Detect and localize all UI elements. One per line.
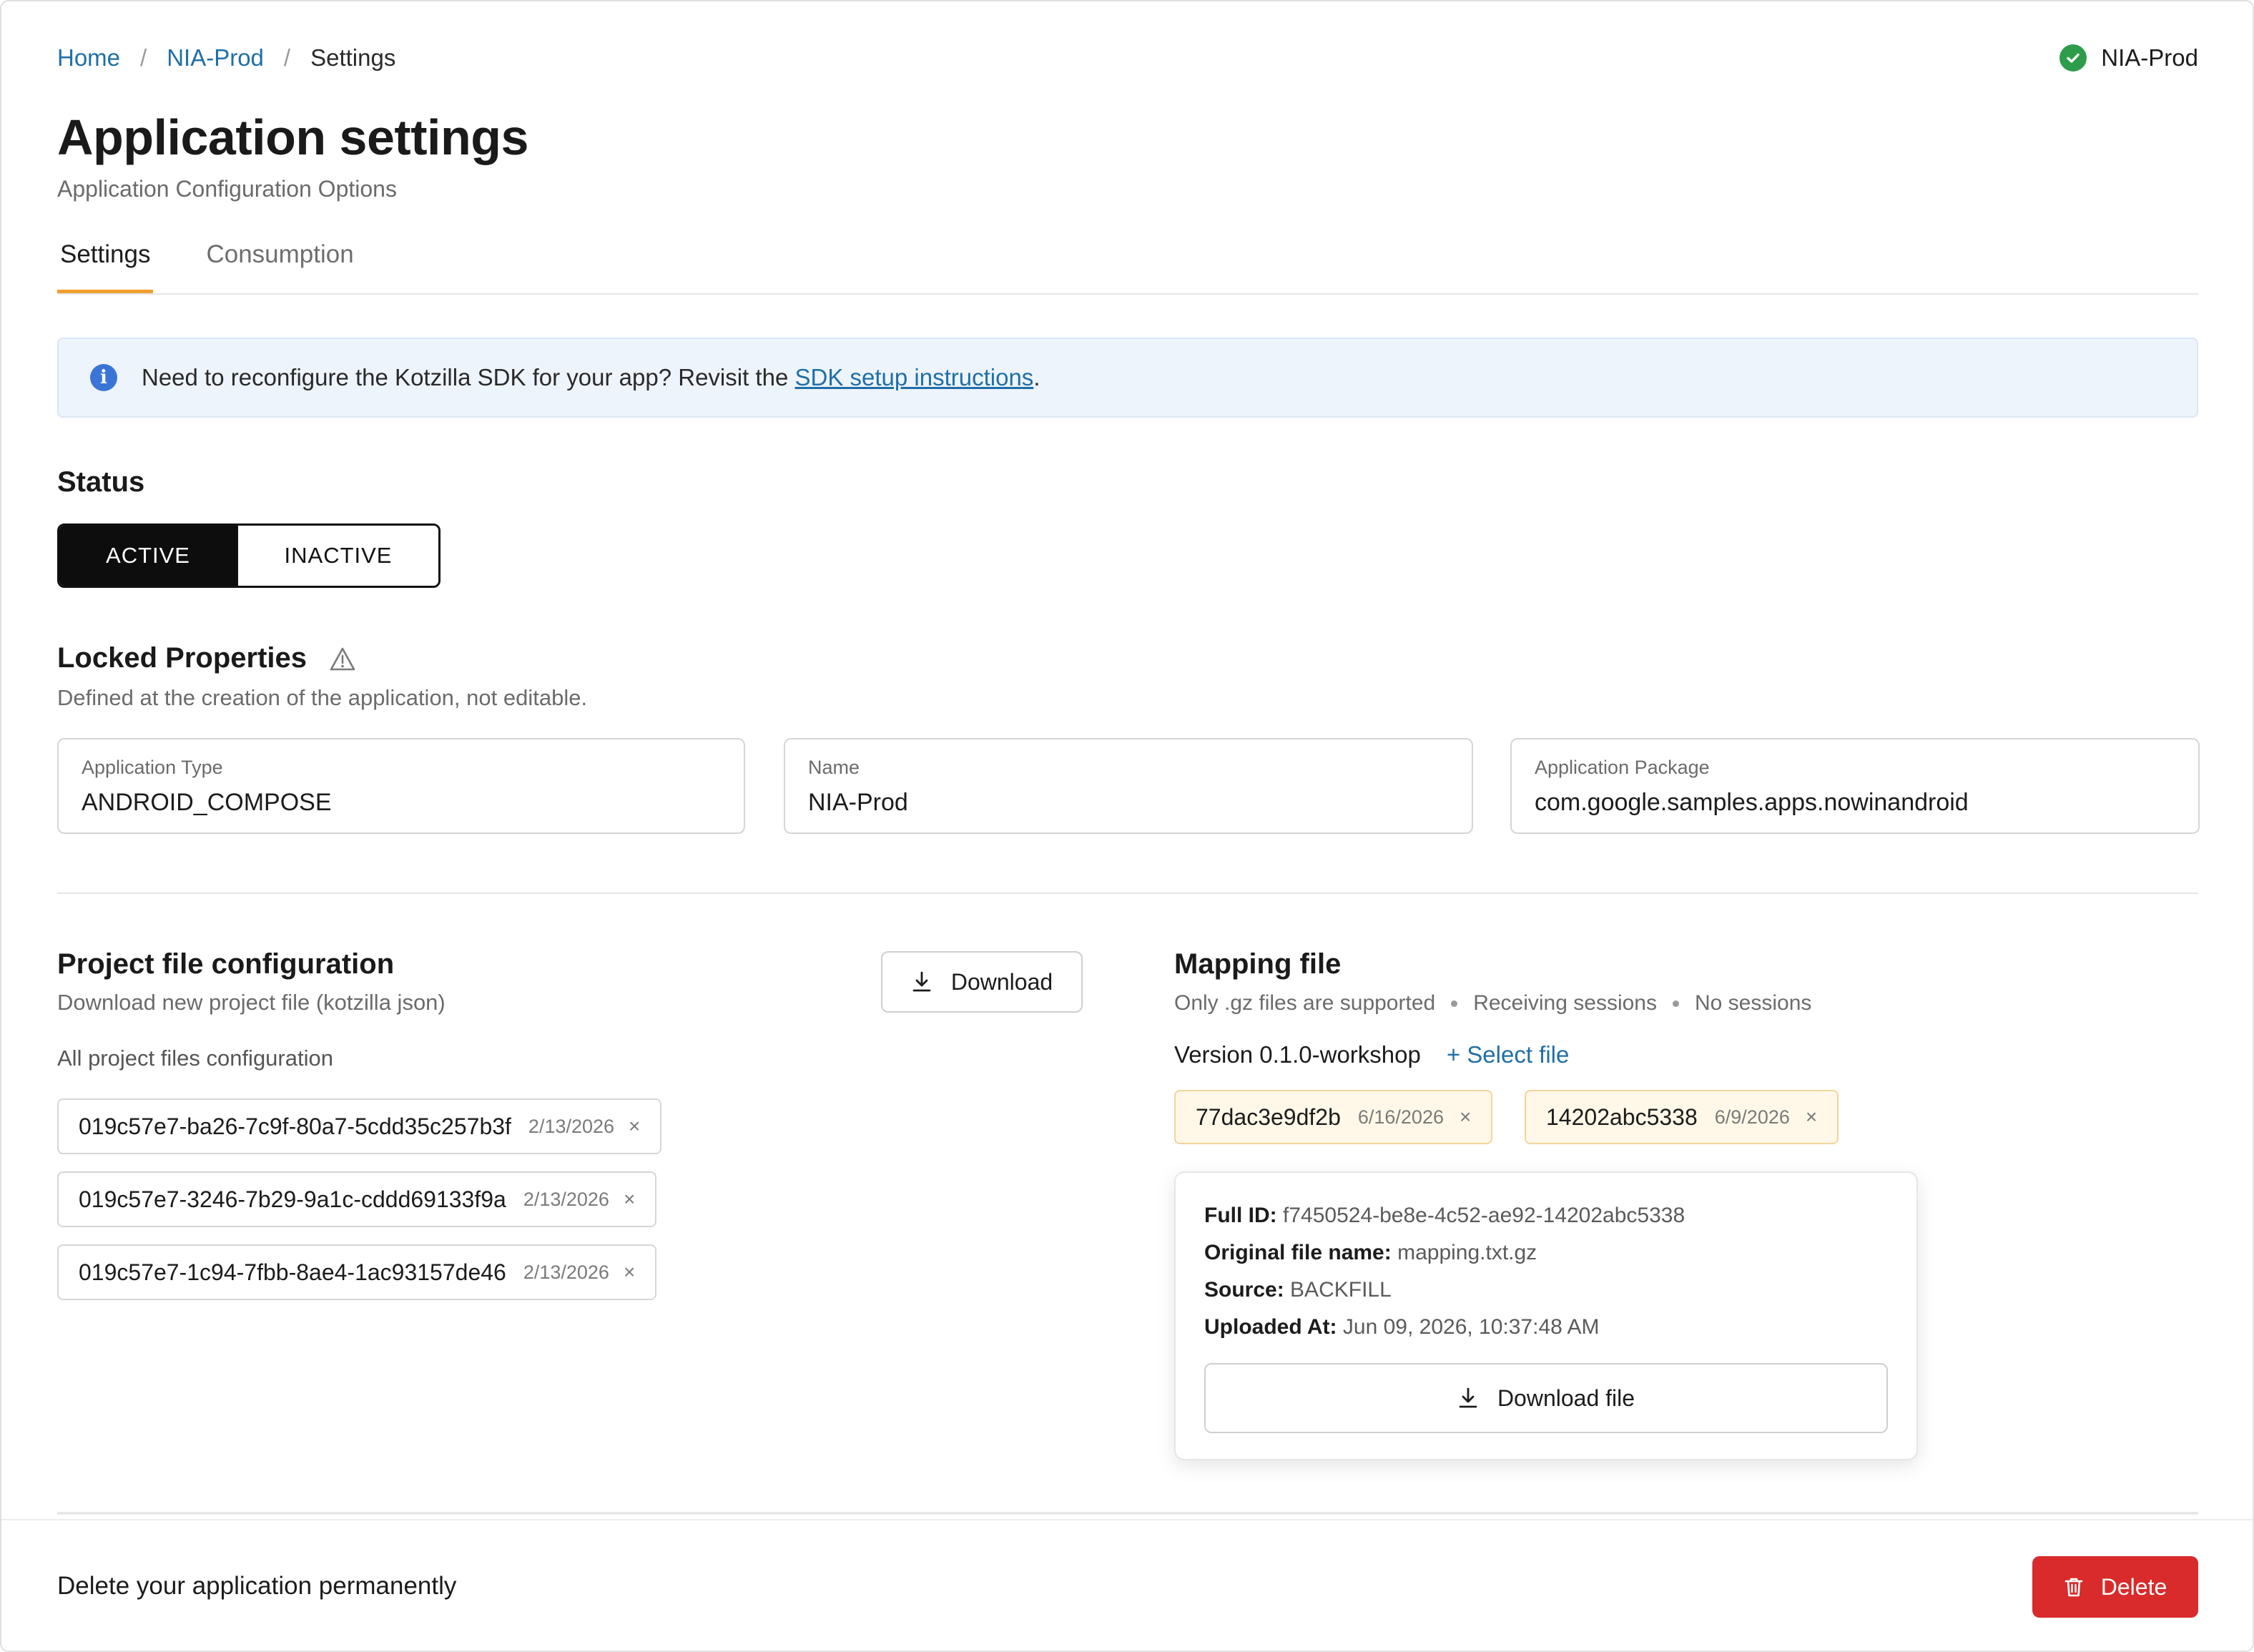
project-config-description: Download new project file (kotzilla json…: [57, 990, 446, 1015]
mapping-file-meta: Only .gz files are supported Receiving s…: [1174, 991, 1811, 1016]
project-file-date: 2/13/2026: [523, 1261, 609, 1283]
download-project-file-button[interactable]: Download: [881, 951, 1083, 1013]
page-subtitle: Application Configuration Options: [57, 176, 397, 202]
tab-settings[interactable]: Settings: [57, 237, 154, 293]
mapping-file-id: 77dac3e9df2b: [1196, 1103, 1341, 1130]
breadcrumb-separator: /: [140, 44, 147, 71]
breadcrumb-app-link[interactable]: NIA-Prod: [167, 44, 264, 72]
breadcrumb-separator: /: [283, 44, 291, 71]
full-id-value: f7450524-be8e-4c52-ae92-14202abc5338: [1283, 1204, 1685, 1227]
status-heading: Status: [57, 466, 145, 498]
close-icon[interactable]: ×: [624, 1188, 635, 1211]
environment-badge: NIA-Prod: [2059, 44, 2198, 72]
breadcrumb-current: Settings: [310, 44, 396, 71]
tab-consumption[interactable]: Consumption: [203, 237, 356, 293]
download-file-label: Download file: [1497, 1385, 1635, 1411]
locked-properties-description: Defined at the creation of the applicati…: [57, 685, 588, 710]
project-file-id: 019c57e7-3246-7b29-9a1c-cddd69133f9a: [79, 1186, 506, 1212]
application-type-field: Application Type ANDROID_COMPOSE: [57, 738, 745, 834]
project-file-chip[interactable]: 019c57e7-3246-7b29-9a1c-cddd69133f9a 2/1…: [57, 1171, 657, 1227]
close-icon[interactable]: ×: [629, 1115, 640, 1138]
project-files-list-label: All project files configuration: [57, 1046, 333, 1071]
status-inactive-option[interactable]: INACTIVE: [237, 526, 438, 586]
source-label: Source:: [1204, 1278, 1284, 1302]
project-file-chip[interactable]: 019c57e7-1c94-7fbb-8ae4-1ac93157de46 2/1…: [57, 1244, 657, 1300]
bullet-separator: [1672, 1000, 1679, 1007]
bullet-separator: [1451, 1000, 1458, 1007]
download-icon: [911, 970, 932, 993]
project-config-heading: Project file configuration: [57, 948, 395, 980]
field-value: NIA-Prod: [808, 789, 908, 816]
environment-label: NIA-Prod: [2101, 44, 2198, 71]
mapping-file-heading: Mapping file: [1174, 948, 1342, 980]
mapping-file-date: 6/9/2026: [1714, 1106, 1790, 1128]
mapping-version: Version 0.1.0-workshop: [1174, 1041, 1421, 1068]
trash-icon: [2064, 1576, 2084, 1598]
mapping-file-chip[interactable]: 77dac3e9df2b 6/16/2026 ×: [1174, 1090, 1493, 1144]
mapping-meta-receiving: Receiving sessions: [1473, 991, 1657, 1015]
mapping-file-id: 14202abc5338: [1546, 1103, 1698, 1130]
status-toggle: ACTIVE INACTIVE: [57, 523, 441, 588]
original-file-name-row: Original file name: mapping.txt.gz: [1204, 1234, 1888, 1272]
delete-application-text: Delete your application permanently: [57, 1572, 457, 1600]
mapping-file-chip[interactable]: 14202abc5338 6/9/2026 ×: [1525, 1090, 1839, 1144]
field-value: ANDROID_COMPOSE: [82, 789, 332, 816]
tab-bar: Settings Consumption: [57, 237, 2198, 295]
banner-text-end: .: [1033, 364, 1040, 390]
locked-properties-title: Locked Properties: [57, 642, 307, 674]
project-file-id: 019c57e7-ba26-7c9f-80a7-5cdd35c257b3f: [79, 1113, 511, 1139]
mapping-version-row: Version 0.1.0-workshop + Select file: [1174, 1041, 1569, 1068]
mapping-file-date: 6/16/2026: [1357, 1106, 1444, 1128]
select-file-link[interactable]: + Select file: [1447, 1041, 1570, 1068]
original-file-name-label: Original file name:: [1204, 1241, 1392, 1264]
full-id-row: Full ID: f7450524-be8e-4c52-ae92-14202ab…: [1204, 1197, 1888, 1234]
danger-zone-footer: Delete your application permanently Dele…: [1, 1519, 2253, 1651]
footer-divider: [57, 1512, 2198, 1515]
status-active-option[interactable]: ACTIVE: [59, 526, 237, 586]
close-icon[interactable]: ×: [1460, 1106, 1471, 1129]
original-file-name-value: mapping.txt.gz: [1397, 1241, 1537, 1264]
mapping-file-details-popover: Full ID: f7450524-be8e-4c52-ae92-14202ab…: [1174, 1171, 1918, 1460]
project-file-id: 019c57e7-1c94-7fbb-8ae4-1ac93157de46: [79, 1259, 506, 1285]
info-icon: i: [90, 364, 117, 391]
project-file-date: 2/13/2026: [523, 1188, 609, 1210]
section-divider: [57, 893, 2198, 894]
check-circle-icon: [2059, 44, 2087, 72]
source-value: BACKFILL: [1290, 1278, 1392, 1302]
name-field: Name NIA-Prod: [784, 738, 1473, 834]
project-file-chip[interactable]: 019c57e7-ba26-7c9f-80a7-5cdd35c257b3f 2/…: [57, 1098, 662, 1154]
sdk-info-banner: i Need to reconfigure the Kotzilla SDK f…: [57, 338, 2198, 418]
full-id-label: Full ID:: [1204, 1204, 1277, 1227]
uploaded-at-value: Jun 09, 2026, 10:37:48 AM: [1342, 1315, 1600, 1339]
application-package-field: Application Package com.google.samples.a…: [1510, 738, 2200, 834]
download-icon: [1457, 1387, 1479, 1410]
source-row: Source: BACKFILL: [1204, 1272, 1888, 1309]
warning-icon: [329, 646, 356, 672]
mapping-meta-sessions: No sessions: [1694, 991, 1812, 1015]
settings-window: Home / NIA-Prod / Settings NIA-Prod Appl…: [0, 0, 2254, 1652]
close-icon[interactable]: ×: [624, 1261, 635, 1284]
project-file-date: 2/13/2026: [528, 1115, 615, 1137]
delete-label: Delete: [2100, 1573, 2167, 1600]
field-label: Application Type: [82, 757, 223, 778]
locked-properties-heading: Locked Properties: [57, 642, 356, 674]
download-mapping-file-button[interactable]: Download file: [1204, 1363, 1888, 1433]
field-label: Name: [808, 757, 860, 778]
sdk-setup-link[interactable]: SDK setup instructions: [794, 364, 1033, 391]
banner-text: Need to reconfigure the Kotzilla SDK for…: [142, 364, 795, 390]
field-label: Application Package: [1535, 757, 1710, 778]
breadcrumb: Home / NIA-Prod / Settings: [57, 44, 395, 72]
breadcrumb-home-link[interactable]: Home: [57, 44, 120, 72]
close-icon[interactable]: ×: [1806, 1106, 1817, 1129]
delete-application-button[interactable]: Delete: [2032, 1556, 2198, 1618]
uploaded-at-label: Uploaded At:: [1204, 1315, 1337, 1339]
download-label: Download: [950, 968, 1053, 995]
mapping-meta-format: Only .gz files are supported: [1174, 991, 1436, 1015]
uploaded-at-row: Uploaded At: Jun 09, 2026, 10:37:48 AM: [1204, 1309, 1888, 1346]
page-title: Application settings: [57, 109, 528, 165]
field-value: com.google.samples.apps.nowinandroid: [1535, 789, 1969, 816]
